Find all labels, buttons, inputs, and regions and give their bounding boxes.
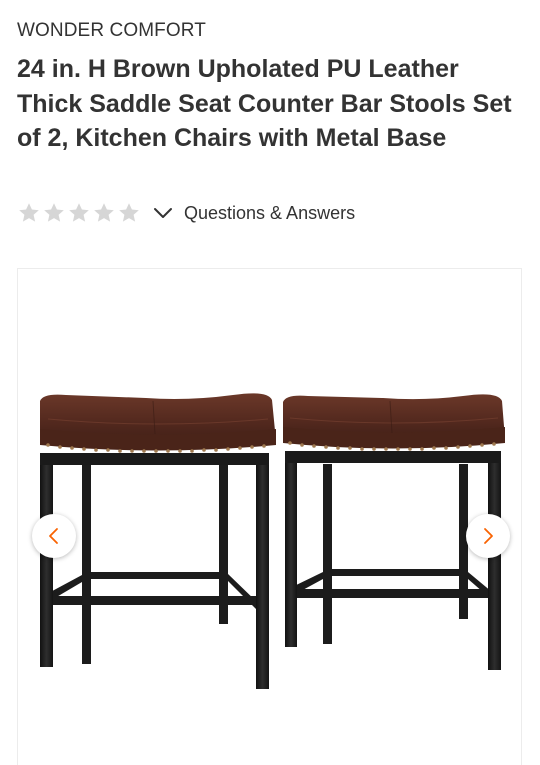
questions-answers-link[interactable]: Questions & Answers bbox=[184, 203, 355, 224]
star-icon bbox=[94, 203, 114, 222]
gallery-next-button[interactable] bbox=[466, 514, 510, 558]
product-title: 24 in. H Brown Upholated PU Leather Thic… bbox=[17, 55, 512, 152]
product-image-gallery[interactable] bbox=[17, 268, 522, 765]
chevron-right-icon bbox=[484, 528, 493, 544]
product-image-bar-stools bbox=[40, 393, 505, 689]
star-icon bbox=[19, 203, 39, 222]
star-rating[interactable] bbox=[17, 201, 141, 225]
bar-stool-left bbox=[40, 393, 276, 689]
rating-row: Questions & Answers bbox=[17, 199, 355, 227]
star-icon bbox=[119, 203, 139, 222]
brand-name[interactable]: WONDER COMFORT bbox=[17, 20, 206, 42]
gallery-prev-button[interactable] bbox=[32, 514, 76, 558]
star-icon bbox=[69, 203, 89, 222]
chevron-left-icon bbox=[49, 528, 58, 544]
chevron-down-icon[interactable] bbox=[150, 200, 176, 226]
star-icon bbox=[44, 203, 64, 222]
